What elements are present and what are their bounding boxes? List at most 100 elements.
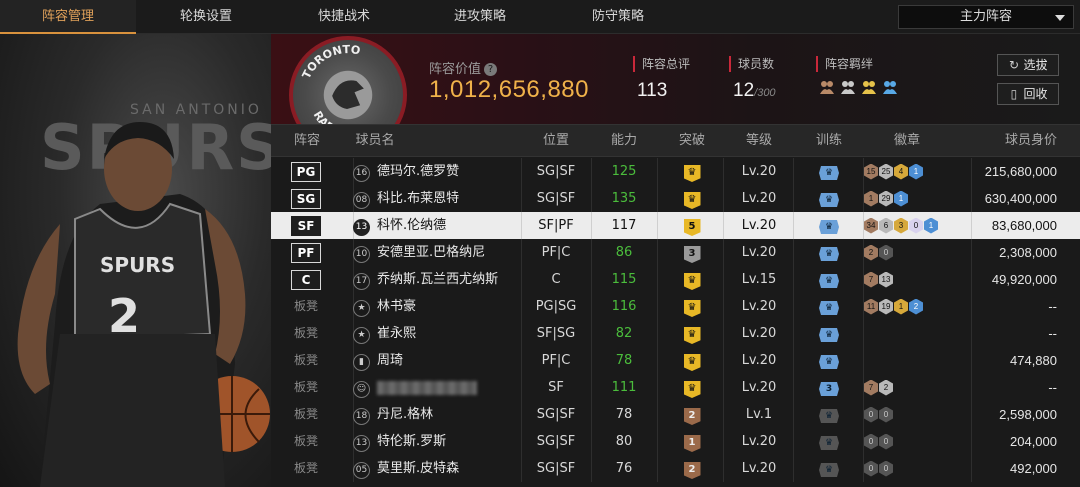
column-divider — [591, 185, 592, 212]
player-name[interactable]: 周琦 — [377, 347, 517, 374]
breakthrough-cell[interactable]: 1 — [677, 428, 707, 455]
player-name[interactable]: 科怀.伦纳德 — [377, 212, 517, 239]
table-row[interactable]: PF 10 安德里亚.巴格纳尼 PF|C 86 3 Lv.20 ♛ 2 0 2,308,000 — [271, 239, 1080, 266]
training-cell[interactable]: ♛ — [816, 293, 842, 320]
breakthrough-cell[interactable]: 5 — [677, 212, 707, 239]
bond-icon-4[interactable] — [881, 78, 899, 96]
header-name[interactable]: 球员名 — [353, 125, 397, 157]
row-slot[interactable]: C — [291, 266, 321, 293]
header-level[interactable]: 等级 — [729, 125, 789, 157]
table-row[interactable]: SF 13 科怀.伦纳德 SF|PF 117 5 Lv.20 ♛ 34 6 3 0 1 83,680,00… — [271, 212, 1080, 239]
breakthrough-cell[interactable]: ♛ — [677, 266, 707, 293]
player-name[interactable]: 科比.布莱恩特 — [377, 185, 517, 212]
player-name[interactable]: 乔纳斯.瓦兰西尤纳斯 — [377, 266, 517, 293]
badges-cell[interactable] — [864, 320, 984, 347]
row-slot[interactable]: 板凳 — [291, 374, 321, 401]
training-cell[interactable]: ♛ — [816, 401, 842, 428]
table-row[interactable]: 板凳 ★ 崔永熙 SF|SG 82 ♛ Lv.20 ♛ -- — [271, 320, 1080, 347]
badges-cell[interactable]: 72 — [864, 374, 984, 401]
badge-hex-icon: 0 — [909, 217, 923, 234]
select-button[interactable]: ↻ 选拔 — [997, 54, 1059, 76]
column-divider — [591, 374, 592, 401]
player-name[interactable]: 特伦斯.罗斯 — [377, 428, 517, 455]
bond-icon-3[interactable] — [860, 78, 878, 96]
tab-offense-strategy[interactable]: 进攻策略 — [412, 0, 548, 34]
header-ability[interactable]: 能力 — [594, 125, 654, 157]
header-badges[interactable]: 徽章 — [877, 125, 937, 157]
badges-cell[interactable]: 7 13 — [864, 266, 984, 293]
player-name[interactable] — [377, 374, 517, 401]
recycle-button[interactable]: ▯ 回收 — [997, 83, 1059, 105]
row-slot[interactable]: 板凳 — [291, 293, 321, 320]
badges-cell[interactable]: 00 — [864, 428, 984, 455]
training-cell[interactable]: ♛ — [816, 158, 842, 185]
header-slot[interactable]: 阵容 — [285, 125, 329, 157]
breakthrough-cell[interactable]: 2 — [677, 455, 707, 482]
badges-cell[interactable]: 15 25 4 1 — [864, 158, 984, 185]
player-name[interactable]: 德玛尔.德罗赞 — [377, 158, 517, 185]
row-slot[interactable]: PG — [291, 158, 321, 185]
row-slot[interactable]: SF — [291, 212, 321, 239]
badges-cell[interactable]: 1 29 1 — [864, 185, 984, 212]
row-slot[interactable]: SG — [291, 185, 321, 212]
training-crown-icon: ♛ — [819, 193, 839, 207]
table-row[interactable]: 板凳 18 丹尼.格林 SG|SF 78 2 Lv.1 ♛ 0 0 2,598,000 — [271, 401, 1080, 428]
table-row[interactable]: 板凳 ▮ 周琦 PF|C 78 ♛ Lv.20 ♛ 474,880 — [271, 347, 1080, 374]
table-row[interactable]: 板凳 ★ 林书豪 PG|SG 116 ♛ Lv.20 ♛ 11 19 1 2 -- — [271, 293, 1080, 320]
row-slot[interactable]: PF — [291, 239, 321, 266]
badges-cell[interactable]: 20 — [864, 239, 984, 266]
row-slot[interactable]: 板凳 — [291, 455, 321, 482]
bond-icon-1[interactable] — [818, 78, 836, 96]
player-name[interactable]: 安德里亚.巴格纳尼 — [377, 239, 517, 266]
table-row[interactable]: 板凳 05 莫里斯.皮特森 SG|SF 76 2 Lv.20 ♛ 0 0 492,000 — [271, 455, 1080, 482]
player-name[interactable]: 丹尼.格林 — [377, 401, 517, 428]
breakthrough-cell[interactable]: 3 — [677, 239, 707, 266]
table-row[interactable]: 板凳 ☺ SF 111 ♛ Lv.20 3 7 2 -- — [271, 374, 1080, 401]
table-row[interactable]: PG 16 德玛尔.德罗赞 SG|SF 125 ♛ Lv.20 ♛ 15 25 4 1 215,680,… — [271, 158, 1080, 185]
breakthrough-cell[interactable]: ♛ — [677, 374, 707, 401]
row-slot[interactable]: 板凳 — [291, 347, 321, 374]
badges-cell[interactable] — [864, 347, 984, 374]
training-cell[interactable]: ♛ — [816, 185, 842, 212]
table-row[interactable]: 板凳 13 特伦斯.罗斯 SG|SF 80 1 Lv.20 ♛ 0 0 204,000 — [271, 428, 1080, 455]
breakthrough-cell[interactable]: ♛ — [677, 347, 707, 374]
badges-cell[interactable]: 00 — [864, 455, 984, 482]
training-cell[interactable]: ♛ — [816, 347, 842, 374]
table-row[interactable]: C 17 乔纳斯.瓦兰西尤纳斯 C 115 ♛ Lv.15 ♛ 7 13 49,920,000 — [271, 266, 1080, 293]
training-cell[interactable]: ♛ — [816, 212, 842, 239]
table-row[interactable]: SG 08 科比.布莱恩特 SG|SF 135 ♛ Lv.20 ♛ 1 29 1 630,400,00… — [271, 185, 1080, 212]
help-icon[interactable]: ? — [484, 63, 498, 76]
training-cell[interactable]: ♛ — [816, 455, 842, 482]
badges-cell[interactable]: 00 — [864, 401, 984, 428]
tab-defense-strategy[interactable]: 防守策略 — [548, 0, 688, 34]
breakthrough-cell[interactable]: ♛ — [677, 320, 707, 347]
badges-cell[interactable]: 11 19 1 2 — [864, 293, 984, 320]
tab-lineup-management[interactable]: 阵容管理 — [0, 0, 136, 34]
header-breakthrough[interactable]: 突破 — [662, 125, 722, 157]
training-cell[interactable]: ♛ — [816, 320, 842, 347]
slot-bench-label: 板凳 — [293, 353, 318, 367]
row-slot[interactable]: 板凳 — [291, 320, 321, 347]
training-cell[interactable]: 3 — [816, 374, 842, 401]
header-training[interactable]: 训练 — [799, 125, 859, 157]
training-cell[interactable]: ♛ — [816, 266, 842, 293]
row-slot[interactable]: 板凳 — [291, 428, 321, 455]
tab-quick-tactics[interactable]: 快捷战术 — [276, 0, 412, 34]
badges-cell[interactable]: 34 6 3 0 1 — [864, 212, 984, 239]
lineup-dropdown[interactable]: 主力阵容 — [898, 5, 1074, 29]
header-position[interactable]: 位置 — [526, 125, 586, 157]
training-cell[interactable]: ♛ — [816, 428, 842, 455]
header-player-value[interactable]: 球员身价 — [991, 125, 1071, 157]
row-slot[interactable]: 板凳 — [291, 401, 321, 428]
player-name[interactable]: 崔永熙 — [377, 320, 517, 347]
player-name[interactable]: 林书豪 — [377, 293, 517, 320]
player-name[interactable]: 莫里斯.皮特森 — [377, 455, 517, 482]
breakthrough-cell[interactable]: ♛ — [677, 158, 707, 185]
breakthrough-cell[interactable]: 2 — [677, 401, 707, 428]
breakthrough-cell[interactable]: ♛ — [677, 185, 707, 212]
tab-rotation-settings[interactable]: 轮换设置 — [136, 0, 276, 34]
breakthrough-cell[interactable]: ♛ — [677, 293, 707, 320]
training-cell[interactable]: ♛ — [816, 239, 842, 266]
jersey-number-icon: ★ — [353, 327, 370, 344]
bond-icon-2[interactable] — [839, 78, 857, 96]
